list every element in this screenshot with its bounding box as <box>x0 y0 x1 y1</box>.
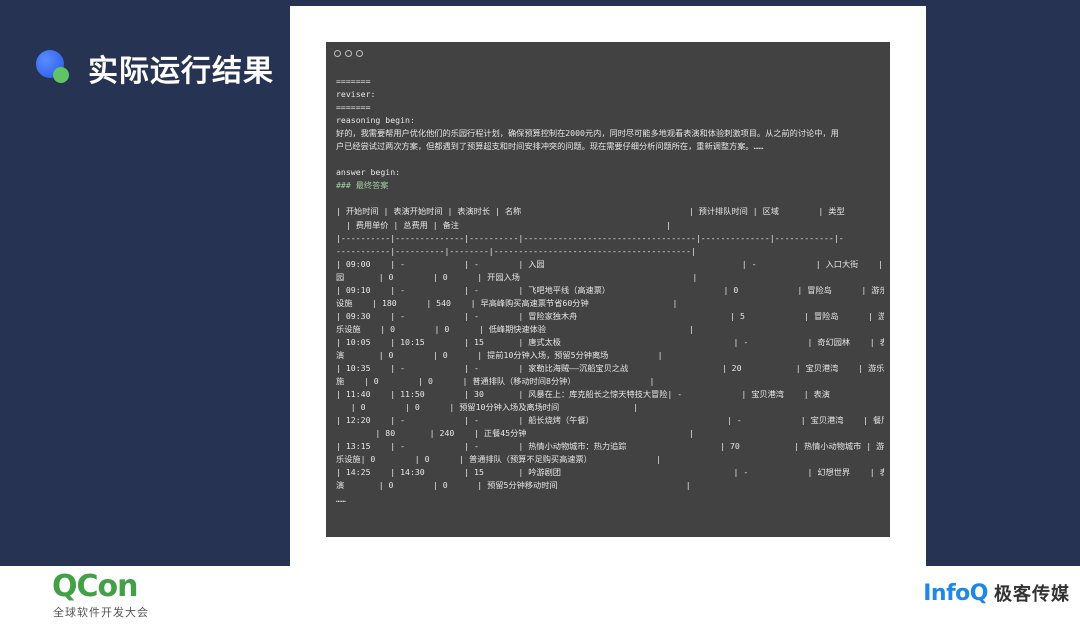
terminal-line: 好的，我需要帮用户优化他们的乐园行程计划，确保预算控制在2000元内，同时尽可能… <box>336 128 839 139</box>
infoq-subtitle: 极客传媒 <box>994 584 1070 605</box>
window-dot-icon[interactable] <box>345 50 352 57</box>
bullet-dots-icon <box>36 48 76 88</box>
qcon-subtitle: 全球软件开发大会 <box>53 606 149 619</box>
terminal-line: | 0 | 0 | 预留10分钟入场及离场时间 | <box>336 402 639 413</box>
terminal-line: 乐设施| 0 | 0 | 普通排队（预算不足购买高速票） | <box>336 454 661 465</box>
terminal-line: 演 | 0 | 0 | 提前10分钟入场，预留5分钟离场 | <box>336 349 663 360</box>
terminal-output: ======= reviser: ======= reasoning begin: 好的… <box>336 75 884 506</box>
window-controls <box>334 50 363 57</box>
terminal-line: | 10:05 | 10:15 | 15 | 唐式太极 | - | 奇幻园林 |… <box>336 336 884 347</box>
slide-title: 实际运行结果 <box>88 54 274 89</box>
terminal-line: reviser: <box>336 89 376 100</box>
terminal-line: 设施 | 180 | 540 | 早高峰购买高速票节省60分钟 | <box>336 297 678 308</box>
infoq-logo: InfoQ <box>923 580 988 606</box>
terminal-line: 乐设施 | 0 | 0 | 低峰期快速体验 | <box>336 323 694 334</box>
terminal-line: ======= <box>336 102 371 113</box>
terminal-line: 施 | 0 | 0 | 普通排队（移动时间8分钟） | <box>336 376 655 387</box>
terminal-line: 户已经尝试过两次方案，但都遇到了预算超支和时间安排冲突的问题。现在需要仔细分析问… <box>336 141 764 152</box>
terminal-line: | 09:00 | - | - | 入园 | - | 入口大街 | 入 <box>336 258 884 269</box>
terminal-line: | 开始时间 | 表演开始时间 | 表演时长 | 名称 | 预计排队时间 | 区… <box>336 206 845 217</box>
terminal-line: | 09:10 | - | - | 飞吧地平线（高速票） | 0 | 冒险岛 |… <box>336 284 884 295</box>
terminal-line: | 09:30 | - | - | 冒险家独木舟 | 5 | 冒险岛 | 游 <box>336 310 884 321</box>
window-dot-icon[interactable] <box>356 50 363 57</box>
terminal-line: ======= <box>336 76 371 86</box>
terminal-line: | 12:20 | - | - | 船长烧烤（午餐） | - | 宝贝港湾 | … <box>336 415 884 426</box>
terminal-line: 园 | 0 | 0 | 开园入场 | <box>336 271 698 282</box>
terminal-line: |----------|--------------|----------|--… <box>336 232 844 243</box>
slide-header: 实际运行结果 <box>36 46 274 90</box>
terminal-line: reasoning begin: <box>336 115 415 126</box>
terminal-line: | 费用单价 | 总费用 | 备注 | <box>336 219 671 230</box>
infoq-brand: InfoQ 极客传媒 <box>923 580 1070 606</box>
terminal-line: answer begin: <box>336 167 401 178</box>
terminal-line: | 13:15 | - | - | 热情小动物城市：热力追踪 | 70 | 热情… <box>336 441 884 452</box>
terminal-line: -----------|----------|--------|--------… <box>336 245 696 256</box>
terminal-line: | 80 | 240 | 正餐45分钟 | <box>336 428 695 439</box>
qcon-logo: QCon <box>52 569 138 604</box>
terminal-line: ### 最终答案 <box>336 180 389 191</box>
terminal-line: | 10:35 | - | - | 家勒比海贼——沉船宝贝之战 | 20 | 宝… <box>336 363 884 374</box>
terminal-line: | 14:25 | 14:30 | 15 | 吟游剧团 | - | 幻想世界 |… <box>336 467 884 478</box>
terminal-line: …… <box>336 493 346 504</box>
terminal-window: ======= reviser: ======= reasoning begin: 好的… <box>326 42 890 537</box>
terminal-line: 演 | 0 | 0 | 预留5分钟移动时间 | <box>336 480 691 491</box>
footer-bar <box>0 566 1080 626</box>
window-dot-icon[interactable] <box>334 50 341 57</box>
terminal-line: | 11:40 | 11:50 | 30 | 风暴在上：库克船长之惊天特技大冒险… <box>336 389 830 400</box>
